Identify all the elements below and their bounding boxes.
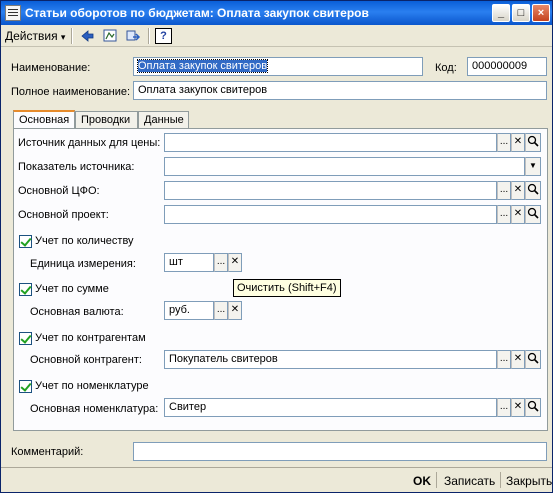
sum-checkbox[interactable] — [19, 283, 32, 296]
price-source-field[interactable] — [164, 133, 497, 152]
clear-button[interactable]: ✕ — [511, 398, 525, 417]
footer-separator — [500, 472, 501, 488]
actions-menu-label: Действия — [5, 29, 58, 43]
actions-menu[interactable]: Действия ▾ — [5, 29, 65, 43]
toolbar: Действия ▾ ? — [1, 25, 552, 47]
open-button[interactable] — [525, 205, 541, 224]
contractor-check-label: Учет по контрагентам — [35, 332, 146, 344]
clear-button[interactable]: ✕ — [511, 205, 525, 224]
save-button[interactable]: Записать — [444, 474, 495, 488]
back-arrow-icon[interactable] — [79, 28, 96, 44]
go-to-icon[interactable] — [125, 28, 142, 44]
select-button[interactable]: ... — [497, 181, 511, 200]
open-button[interactable] — [525, 350, 541, 369]
code-field[interactable]: 000000009 — [467, 57, 547, 76]
project-field[interactable] — [164, 205, 497, 224]
magnifier-icon — [527, 207, 539, 219]
cfo-field[interactable] — [164, 181, 497, 200]
nomen-field[interactable]: Свитер — [164, 398, 497, 417]
magnifier-icon — [527, 400, 539, 412]
fullname-label: Полное наименование: — [11, 86, 131, 98]
name-value: Оплата закупок свитеров — [136, 59, 269, 73]
comment-label: Комментарий: — [11, 446, 84, 458]
project-label: Основной проект: — [18, 209, 109, 221]
nomen-label: Основная номенклатура: — [30, 403, 159, 415]
comment-field[interactable] — [133, 442, 547, 461]
structure-icon[interactable] — [102, 28, 119, 44]
contractor-checkbox[interactable] — [19, 332, 32, 345]
clear-button[interactable]: ✕ — [511, 133, 525, 152]
contractor-field[interactable]: Покупатель свитеров — [164, 350, 497, 369]
source-indicator-label: Показатель источника: — [18, 161, 135, 173]
close-window-button[interactable]: × — [532, 4, 550, 22]
tab-postings[interactable]: Проводки — [75, 111, 138, 128]
footer-separator — [436, 472, 437, 488]
footer-bar: OK Записать Закрыть — [1, 467, 552, 492]
price-source-label: Источник данных для цены: — [18, 137, 161, 149]
select-button[interactable]: ... — [214, 253, 228, 272]
qty-checkbox[interactable] — [19, 235, 32, 248]
currency-label: Основная валюта: — [30, 306, 124, 318]
name-label: Наименование: — [11, 62, 91, 74]
chevron-down-icon: ▾ — [60, 32, 66, 42]
magnifier-icon — [527, 135, 539, 147]
open-button[interactable] — [525, 133, 541, 152]
magnifier-icon — [527, 352, 539, 364]
contractor-label: Основной контрагент: — [30, 354, 142, 366]
dropdown-button[interactable]: ▼ — [525, 157, 541, 176]
source-indicator-field[interactable] — [164, 157, 525, 176]
select-button[interactable]: ... — [497, 133, 511, 152]
cfo-label: Основной ЦФО: — [18, 185, 100, 197]
close-button[interactable]: Закрыть — [506, 474, 552, 488]
fullname-field[interactable]: Оплата закупок свитеров — [133, 81, 547, 100]
toolbar-separator — [148, 28, 150, 44]
open-button[interactable] — [525, 398, 541, 417]
select-button[interactable]: ... — [497, 398, 511, 417]
clear-button[interactable]: ✕ — [228, 253, 242, 272]
currency-field[interactable]: руб. — [164, 301, 214, 320]
unit-label: Единица измерения: — [30, 258, 136, 270]
select-button[interactable]: ... — [497, 205, 511, 224]
window-title: Статьи оборотов по бюджетам: Оплата заку… — [25, 6, 369, 20]
window-icon — [5, 5, 21, 21]
ok-button[interactable]: OK — [413, 474, 431, 488]
clear-tooltip: Очистить (Shift+F4) — [233, 279, 341, 297]
clear-button[interactable]: ✕ — [511, 181, 525, 200]
minimize-button[interactable]: _ — [492, 4, 510, 22]
title-bar: Статьи оборотов по бюджетам: Оплата заку… — [1, 1, 552, 25]
clear-button[interactable]: ✕ — [228, 301, 242, 320]
qty-check-label: Учет по количеству — [35, 235, 134, 247]
window: Статьи оборотов по бюджетам: Оплата заку… — [0, 0, 553, 493]
unit-field[interactable]: шт — [164, 253, 214, 272]
nomen-checkbox[interactable] — [19, 380, 32, 393]
maximize-button[interactable]: □ — [512, 4, 530, 22]
help-icon[interactable]: ? — [155, 28, 172, 44]
code-label: Код: — [435, 62, 457, 74]
magnifier-icon — [527, 183, 539, 195]
select-button[interactable]: ... — [497, 350, 511, 369]
nomen-check-label: Учет по номенклатуре — [35, 380, 149, 392]
toolbar-separator — [71, 28, 73, 44]
select-button[interactable]: ... — [214, 301, 228, 320]
open-button[interactable] — [525, 181, 541, 200]
clear-button[interactable]: ✕ — [511, 350, 525, 369]
footer-divider — [1, 467, 552, 468]
sum-check-label: Учет по сумме — [35, 283, 109, 295]
tab-main[interactable]: Основная — [13, 110, 75, 129]
name-field[interactable]: Оплата закупок свитеров — [133, 57, 423, 76]
tab-data[interactable]: Данные — [138, 111, 189, 128]
